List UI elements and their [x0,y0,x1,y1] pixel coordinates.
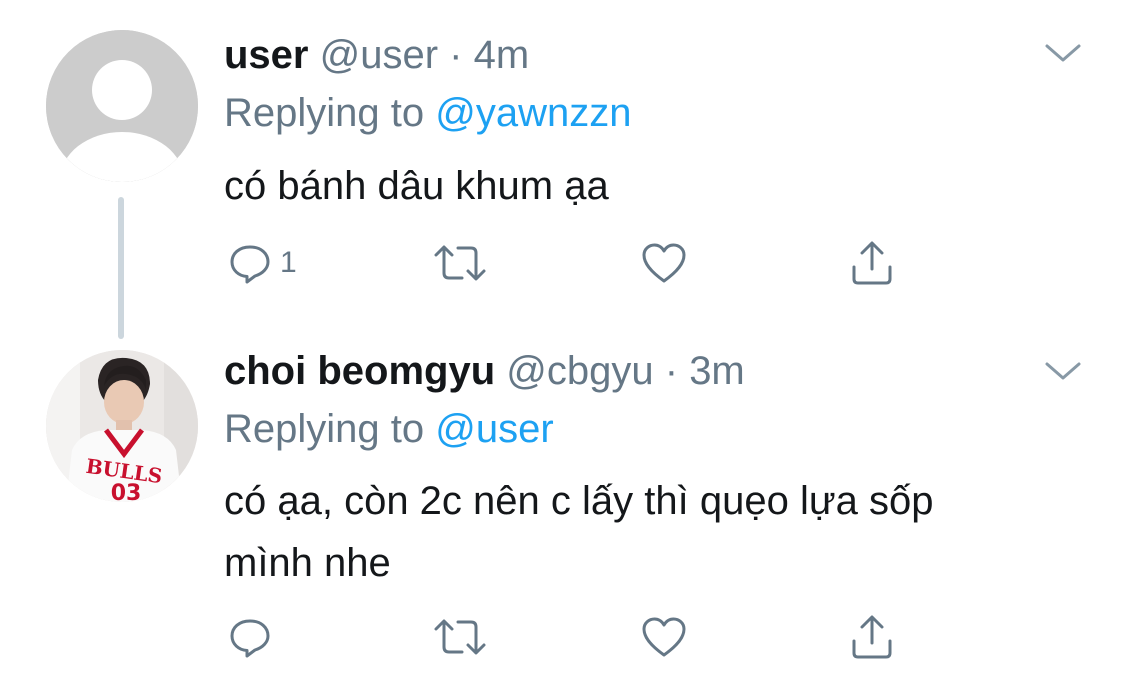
replying-to-mention[interactable]: @yawnzzn [435,91,631,135]
like-button[interactable] [640,238,688,288]
share-icon [852,241,892,285]
display-name[interactable]: choi beomgyu [224,349,495,393]
replying-to-label: Replying to [224,407,425,451]
avatar[interactable]: BULLS 03 [46,350,198,502]
tweet-header: choi beomgyu @cbgyu · 3m [224,348,745,394]
share-icon [852,615,892,659]
tweet-1[interactable]: user @user · 4m Replying to @yawnzzn có … [0,0,1125,339]
reply-button[interactable]: 1 [228,238,297,288]
tweet-text-line: mình nhe [224,541,391,585]
tweet-header: user @user · 4m [224,32,529,78]
separator-dot: · [449,33,463,77]
display-name[interactable]: user [224,33,309,77]
tweet-actions [224,612,944,662]
profile-photo: BULLS 03 [46,350,198,502]
reply-count: 1 [280,246,297,279]
like-button[interactable] [640,612,688,662]
share-button[interactable] [848,238,896,288]
chevron-down-icon[interactable] [1043,356,1083,386]
chevron-down-icon[interactable] [1043,38,1083,68]
replying-to-mention[interactable]: @user [435,407,553,451]
retweet-icon [434,245,486,281]
heart-icon [642,617,686,657]
separator-dot: · [664,349,679,393]
reply-icon [230,619,270,658]
tweet-2[interactable]: BULLS 03 choi beomgyu @cbgyu · 3m Replyi… [0,320,1125,687]
replying-to: Replying to @user [224,406,554,452]
svg-text:03: 03 [111,481,142,502]
default-avatar-icon [46,30,198,182]
retweet-button[interactable] [432,238,488,288]
share-button[interactable] [848,612,896,662]
timestamp[interactable]: 3m [689,349,745,393]
user-handle[interactable]: @user [320,33,438,77]
retweet-icon [434,619,486,655]
timestamp[interactable]: 4m [474,33,530,77]
reply-icon [230,245,270,284]
replying-to-label: Replying to [224,91,425,135]
tweet-text: có bánh dâu khum ạa [224,164,609,208]
retweet-button[interactable] [432,612,488,662]
heart-icon [642,243,686,283]
reply-button[interactable] [228,612,280,662]
tweet-text-line: có ạa, còn 2c nên c lấy thì quẹo lựa sốp [224,479,934,523]
tweet-text: có ạa, còn 2c nên c lấy thì quẹo lựa sốp… [224,470,1064,594]
user-handle[interactable]: @cbgyu [506,349,653,393]
thread-line [118,197,124,339]
replying-to: Replying to @yawnzzn [224,90,631,136]
avatar[interactable] [46,30,198,182]
tweet-actions: 1 [224,238,944,288]
